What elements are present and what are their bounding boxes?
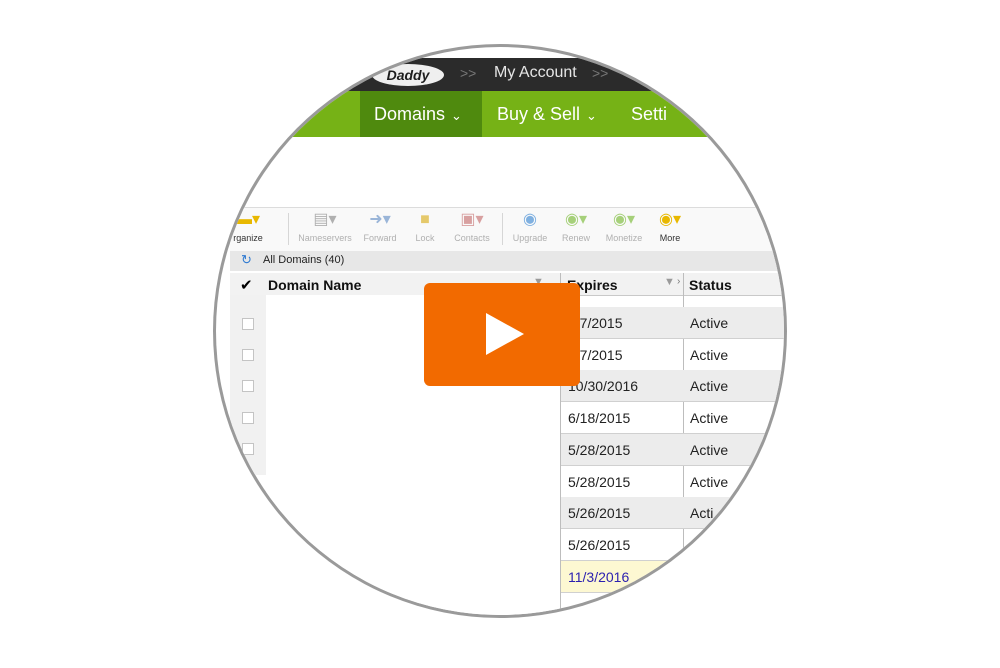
breadcrumb-separator: >> <box>592 65 609 81</box>
table-row[interactable]: 10/30/2016 Active <box>561 370 784 402</box>
status-cell: Active <box>690 347 729 363</box>
chevron-down-icon: ⌄ <box>451 108 462 123</box>
nav-domains[interactable]: Domains ⌄ <box>360 91 482 137</box>
status-cell: Active <box>690 474 729 490</box>
refresh-icon[interactable]: ↻ <box>241 252 252 268</box>
table-row[interactable]: /17/2015 Active <box>561 307 784 339</box>
expires-cell: 5/28/2015 <box>568 474 631 490</box>
column-status[interactable]: Status <box>689 277 732 293</box>
page-title: ains <box>216 156 236 187</box>
folder-icon: ▬▾ <box>235 211 261 228</box>
breadcrumb-separator: >> <box>460 65 477 81</box>
table-row[interactable]: 5/28/2015 Active <box>561 466 784 498</box>
contacts-icon: ▣▾ <box>460 211 484 228</box>
breadcrumb-my-account[interactable]: My Account <box>494 64 577 82</box>
toolbar-divider <box>288 213 289 245</box>
toolbar-organize-label: rganize <box>233 233 263 243</box>
status-cell: Active <box>690 378 729 394</box>
chevron-right-icon[interactable]: › <box>677 276 680 287</box>
filter-icon[interactable]: ▼ <box>664 276 675 288</box>
nav-settings[interactable]: Setti <box>614 91 667 137</box>
chevron-down-icon: ⌄ <box>586 108 597 123</box>
row-checkbox[interactable] <box>242 380 254 392</box>
toolbar-nameservers-label: Nameservers <box>298 233 352 243</box>
screenshot-content: Daddy >> My Account >> Domains ⌄ Buy & Se… <box>216 47 784 615</box>
table-row[interactable]: 6/18/2015 Active <box>561 402 784 434</box>
table-row[interactable]: 5/28/2015 Active <box>561 434 784 466</box>
select-all-checkbox[interactable]: ✔ <box>240 276 253 294</box>
toolbar-upgrade-label: Upgrade <box>512 233 548 243</box>
toolbar-more-label: More <box>659 233 681 243</box>
row-checkbox[interactable] <box>242 318 254 330</box>
expires-cell: 5/26/2015 <box>568 537 631 553</box>
table-row[interactable]: 5/26/2015 <box>561 529 784 561</box>
expires-cell: 5/28/2015 <box>568 442 631 458</box>
table-row[interactable]: 5/26/2015 Acti <box>561 497 784 529</box>
row-checkbox[interactable] <box>242 443 254 455</box>
toolbar-lock-label: Lock <box>415 233 435 243</box>
status-cell: Active <box>690 410 729 426</box>
column-domain-name[interactable]: Domain Name <box>268 277 361 293</box>
toolbar-renew-label: Renew <box>561 233 590 243</box>
toolbar-monetize-label: Monetize <box>605 233 643 243</box>
more-icon: ◉▾ <box>659 211 681 228</box>
toolbar-nameservers[interactable]: ▤▾ Nameservers <box>295 210 355 243</box>
all-domains-filter[interactable]: All Domains (40) <box>263 254 344 266</box>
status-cell: Active <box>690 442 729 458</box>
nav-domains-label: Domains <box>374 104 446 124</box>
row-checkbox[interactable] <box>242 412 254 424</box>
toolbar-contacts-label: Contacts <box>454 233 490 243</box>
expires-cell: 6/18/2015 <box>568 410 631 426</box>
server-icon: ▤▾ <box>313 211 337 228</box>
toolbar-forward-label: Forward <box>363 233 397 243</box>
status-cell: Active <box>690 315 729 331</box>
nav-buy-sell-label: Buy & Sell <box>497 104 581 124</box>
godaddy-logo: Daddy <box>372 64 444 86</box>
toolbar-organize[interactable]: ▬▾ rganize <box>218 210 278 243</box>
video-thumbnail-circle[interactable]: Daddy >> My Account >> Domains ⌄ Buy & Se… <box>216 47 784 615</box>
row-checkbox[interactable] <box>242 349 254 361</box>
nav-buy-sell[interactable]: Buy & Sell ⌄ <box>482 91 614 137</box>
table-row[interactable]: 11/3/2016 <box>561 561 784 593</box>
expires-cell: 5/26/2015 <box>568 505 631 521</box>
expires-cell: 11/3/2016 <box>568 569 630 585</box>
toolbar-more[interactable]: ◉▾ More <box>640 210 700 243</box>
toolbar-contacts[interactable]: ▣▾ Contacts <box>442 210 502 243</box>
status-cell: Acti <box>690 505 714 521</box>
table-row[interactable]: /17/2015 Active <box>561 339 784 371</box>
play-icon[interactable] <box>486 313 524 355</box>
